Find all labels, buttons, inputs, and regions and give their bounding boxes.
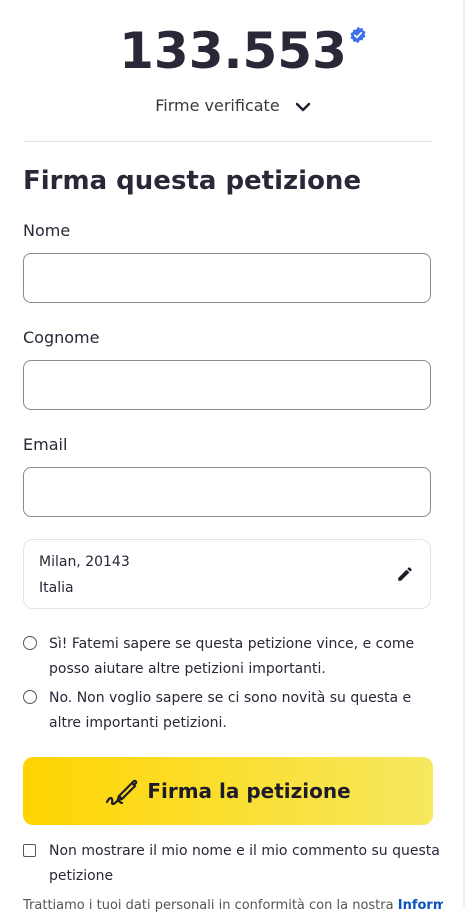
section-divider (23, 141, 433, 142)
opt-in-no-label: No. Non voglio sapere se ci sono novità … (49, 690, 412, 731)
location-country: Italia (39, 580, 74, 596)
email-label: Email (23, 435, 68, 454)
hide-name-label: Non mostrare il mio nome e il mio commen… (49, 843, 440, 884)
opt-in-yes-radio[interactable] (23, 636, 37, 650)
chevron-down-icon (295, 102, 310, 111)
verified-signatures-toggle[interactable]: Firme verificate (0, 96, 466, 115)
signature-pen-icon (106, 779, 138, 806)
signature-counter: 133.553 (0, 22, 466, 80)
verified-badge-icon (350, 26, 366, 44)
sign-petition-button[interactable]: Firma la petizione (23, 757, 433, 825)
sign-petition-label: Firma la petizione (147, 779, 351, 803)
edit-location-pencil-icon[interactable] (396, 565, 414, 583)
first-name-label: Nome (23, 221, 71, 240)
signature-count: 133.553 (119, 22, 366, 80)
page-right-border (463, 0, 465, 906)
opt-in-yes-label: Sì! Fatemi sapere se questa petizione vi… (49, 636, 415, 677)
location-city: Milan, 20143 (39, 554, 130, 570)
location-box: Milan, 20143 Italia (23, 539, 431, 609)
opt-in-no-radio[interactable] (23, 690, 37, 704)
last-name-input[interactable] (23, 360, 431, 410)
hide-name-option[interactable]: Non mostrare il mio nome e il mio commen… (23, 839, 443, 889)
last-name-label: Cognome (23, 328, 100, 347)
email-input[interactable] (23, 467, 431, 517)
opt-in-no-option[interactable]: No. Non voglio sapere se ci sono novità … (23, 686, 443, 736)
opt-in-yes-option[interactable]: Sì! Fatemi sapere se questa petizione vi… (23, 632, 443, 682)
signature-count-value: 133.553 (119, 22, 347, 80)
verified-signatures-label: Firme verificate (155, 96, 280, 115)
form-title: Firma questa petizione (23, 166, 362, 196)
first-name-input[interactable] (23, 253, 431, 303)
hide-name-checkbox[interactable] (23, 844, 36, 857)
